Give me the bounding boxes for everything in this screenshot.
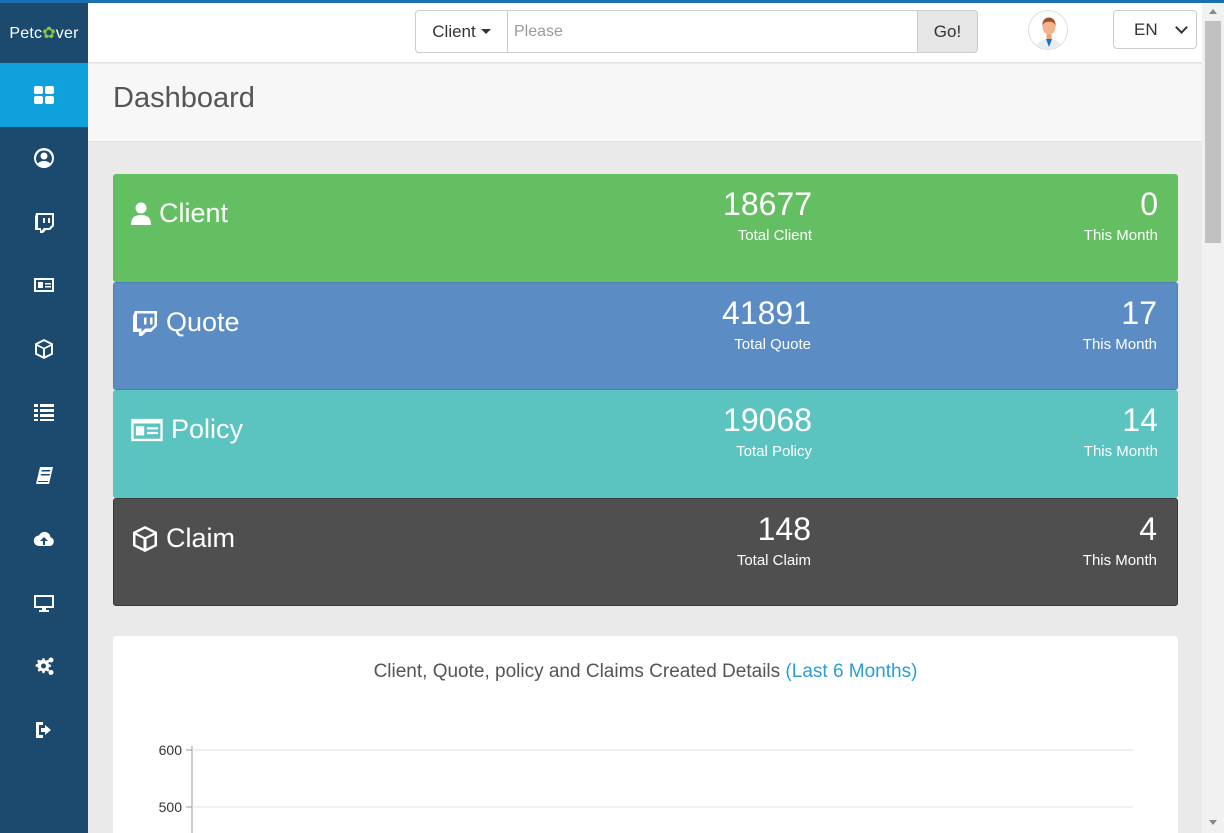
line-chart: 600 500 bbox=[159, 742, 1133, 833]
card-title: Client bbox=[159, 198, 229, 228]
month-claim-count: 4 bbox=[1139, 511, 1157, 547]
logo-text-left: Petc bbox=[9, 25, 43, 42]
search-input[interactable] bbox=[507, 10, 918, 53]
avatar[interactable] bbox=[1028, 10, 1068, 50]
user-avatar-icon bbox=[1029, 11, 1067, 49]
page-title-bar: Dashboard bbox=[88, 64, 1202, 142]
cogs-icon bbox=[35, 657, 54, 676]
sidebar-item-upload[interactable] bbox=[0, 508, 88, 572]
twitch-icon bbox=[35, 212, 54, 233]
sidebar-item-settings[interactable] bbox=[0, 635, 88, 699]
language-label: EN bbox=[1134, 19, 1158, 39]
total-quote-count: 41891 bbox=[722, 295, 811, 331]
twitch-icon bbox=[133, 310, 157, 336]
scroll-up-arrow-icon[interactable] bbox=[1209, 9, 1217, 14]
scroll-thumb[interactable] bbox=[1205, 21, 1221, 243]
go-button[interactable]: Go! bbox=[918, 10, 978, 53]
chevron-down-icon bbox=[1175, 21, 1188, 34]
caret-down-icon bbox=[480, 29, 491, 34]
sidebar: Petc✿ver bbox=[0, 0, 88, 833]
sidebar-item-claims[interactable] bbox=[0, 317, 88, 381]
user-circle-icon bbox=[34, 148, 54, 169]
total-quote-label: Total Quote bbox=[734, 336, 811, 353]
stat-cards: Client 18677 Total Client 0 This Month Q… bbox=[113, 174, 1178, 606]
top-accent-line bbox=[0, 0, 1224, 3]
dashboard-icon bbox=[34, 85, 54, 104]
card-title: Policy bbox=[171, 414, 244, 444]
id-card-icon bbox=[131, 418, 163, 441]
chart-panel: Client, Quote, policy and Claims Created… bbox=[113, 636, 1178, 833]
cube-icon bbox=[133, 525, 157, 552]
sidebar-item-clients[interactable] bbox=[0, 127, 88, 191]
sidebar-item-policies[interactable] bbox=[0, 254, 88, 318]
top-header: Client Go! EN bbox=[88, 3, 1202, 63]
y-tick-label: 600 bbox=[159, 742, 183, 758]
scrollbar[interactable] bbox=[1202, 3, 1224, 833]
month-policy-count: 14 bbox=[1122, 402, 1158, 438]
monitor-icon bbox=[34, 594, 54, 612]
logo-text-right: ver bbox=[55, 25, 79, 42]
card-title: Quote bbox=[166, 307, 240, 337]
search-type-dropdown[interactable]: Client bbox=[415, 10, 507, 53]
id-card-icon bbox=[34, 278, 54, 293]
search-type-label: Client bbox=[432, 21, 476, 41]
month-quote-count: 17 bbox=[1121, 295, 1157, 331]
policy-card[interactable]: Policy 19068 Total Policy 14 This Month bbox=[113, 390, 1178, 498]
y-tick-label: 500 bbox=[159, 799, 183, 815]
client-card[interactable]: Client 18677 Total Client 0 This Month bbox=[113, 174, 1178, 282]
sidebar-item-book[interactable] bbox=[0, 444, 88, 508]
total-claim-label: Total Claim bbox=[736, 552, 811, 569]
card-title: Claim bbox=[166, 523, 236, 553]
month-claim-label: This Month bbox=[1082, 552, 1157, 569]
list-icon bbox=[34, 404, 54, 422]
sidebar-item-monitor[interactable] bbox=[0, 571, 88, 635]
page-title: Dashboard bbox=[113, 82, 255, 114]
sidebar-item-list[interactable] bbox=[0, 381, 88, 445]
cloud-upload-icon bbox=[33, 532, 54, 547]
language-select[interactable]: EN bbox=[1113, 10, 1197, 49]
month-client-label: This Month bbox=[1083, 227, 1158, 244]
logo-paw-icon: ✿ bbox=[42, 25, 56, 42]
scroll-down-arrow-icon[interactable] bbox=[1209, 820, 1217, 825]
search-group: Client Go! bbox=[415, 10, 978, 53]
total-claim-count: 148 bbox=[757, 511, 811, 547]
sidebar-item-dashboard[interactable] bbox=[0, 63, 88, 127]
cube-icon bbox=[35, 338, 53, 359]
month-client-count: 0 bbox=[1140, 186, 1158, 222]
total-client-count: 18677 bbox=[723, 186, 812, 222]
quote-card[interactable]: Quote 41891 Total Quote 17 This Month bbox=[113, 282, 1178, 390]
sidebar-item-quotes[interactable] bbox=[0, 190, 88, 254]
sign-out-icon bbox=[36, 721, 51, 738]
app-logo[interactable]: Petc✿ver bbox=[0, 0, 88, 63]
total-policy-label: Total Policy bbox=[736, 443, 812, 460]
month-policy-label: This Month bbox=[1083, 443, 1158, 460]
month-quote-label: This Month bbox=[1082, 336, 1157, 353]
claim-card[interactable]: Claim 148 Total Claim 4 This Month bbox=[113, 498, 1178, 606]
total-policy-count: 19068 bbox=[723, 402, 812, 438]
book-icon bbox=[36, 466, 53, 484]
total-client-label: Total Client bbox=[737, 227, 812, 244]
user-icon bbox=[131, 202, 151, 225]
sidebar-item-logout[interactable] bbox=[0, 698, 88, 762]
